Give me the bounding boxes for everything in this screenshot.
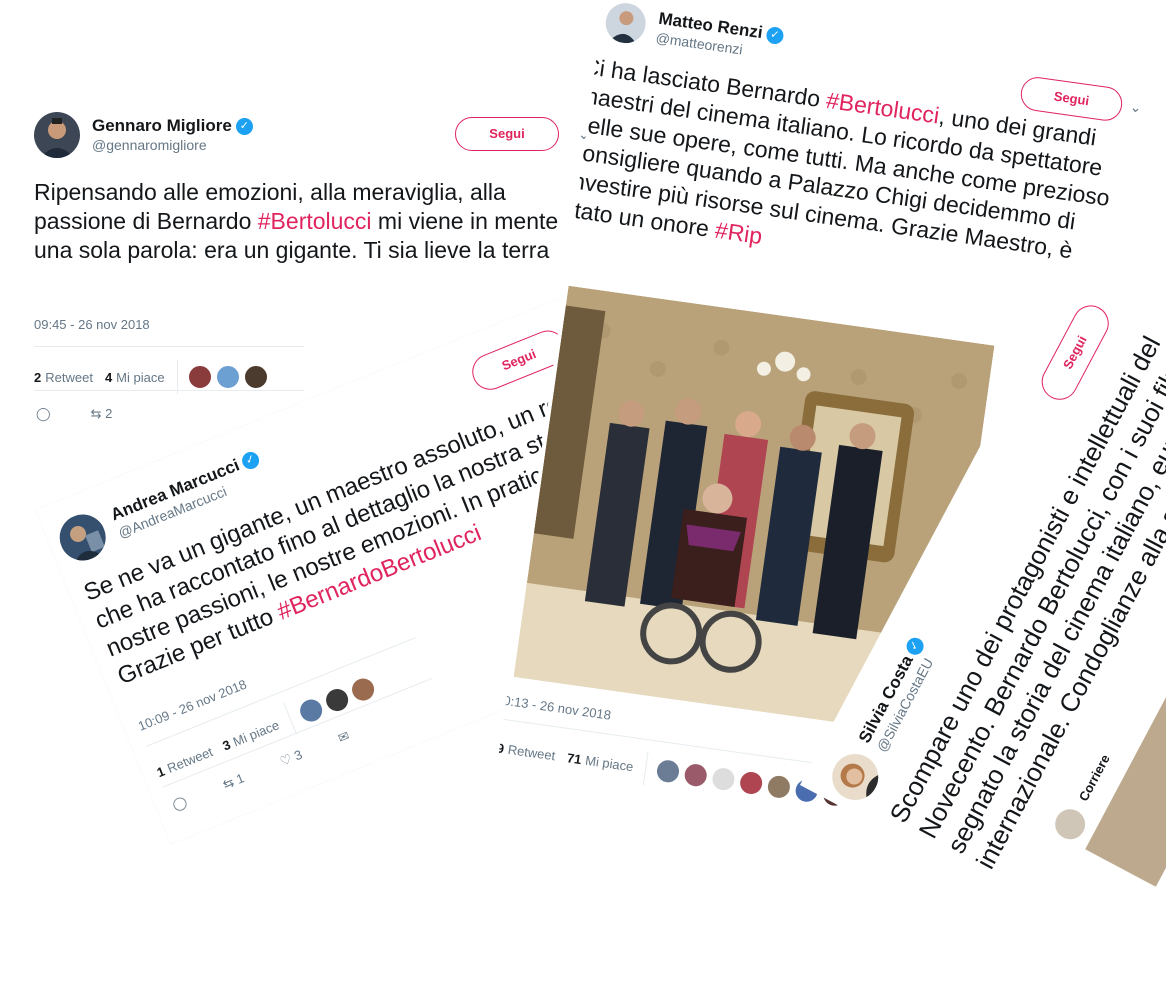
avatar[interactable] [603, 0, 649, 46]
hashtag-link-rip[interactable]: #Rip [714, 216, 764, 248]
likers-avatars[interactable] [187, 365, 272, 389]
chevron-down-icon[interactable]: ⌄ [1129, 98, 1143, 116]
like-count: 3 [220, 736, 233, 754]
follow-button[interactable]: Segui [455, 117, 559, 151]
hashtag-link[interactable]: #Bertolucci [258, 208, 372, 234]
tweet-header: Matteo Renzi ✓ @matteorenzi [603, 0, 785, 65]
author-name[interactable]: Gennaro Migliore [92, 116, 232, 136]
message-icon[interactable]: ✉ [336, 728, 352, 747]
author-name[interactable]: Corriere [1076, 752, 1114, 804]
tweet-timestamp[interactable]: 10:13 - 26 nov 2018 [495, 692, 612, 723]
like-label[interactable]: Mi piace [584, 752, 634, 774]
avatar[interactable] [824, 745, 887, 809]
avatar[interactable] [1049, 803, 1091, 845]
verified-badge-icon: ✓ [765, 25, 785, 46]
like-label[interactable]: Mi piace [116, 370, 164, 385]
retweet-label[interactable]: Retweet [507, 741, 556, 762]
tweet-header: Gennaro Migliore ✓ @gennaromigliore [34, 112, 253, 158]
divider [34, 346, 304, 347]
retweet-count: 29 [490, 738, 506, 756]
divider [34, 390, 304, 391]
tweet-text: Ripensando alle emozioni, alla meravigli… [34, 179, 559, 263]
retweet-count: 2 [34, 369, 42, 385]
retweet-label[interactable]: Retweet [165, 744, 215, 776]
avatar[interactable] [52, 507, 113, 568]
like-count: 71 [566, 749, 583, 767]
verified-badge-icon: ✓ [235, 118, 253, 136]
retweet-icon[interactable]: ⇆ 2 [91, 406, 113, 422]
reply-icon[interactable]: ◯ [36, 406, 51, 422]
reply-icon[interactable]: ◯ [170, 793, 189, 813]
tweet-stats: 2 Retweet 4 Mi piace [34, 360, 272, 394]
retweet-label[interactable]: Retweet [45, 370, 93, 385]
tweet-actions: ◯ ⇆ 2 [36, 406, 152, 422]
avatar[interactable] [34, 112, 80, 158]
like-count: 4 [104, 369, 113, 385]
retweet-icon[interactable]: ⇆ 1 [221, 770, 247, 793]
retweet-count: 1 [154, 763, 167, 780]
author-handle[interactable]: @gennaromigliore [92, 137, 253, 154]
like-label[interactable]: Mi piace [231, 717, 282, 749]
tweet-timestamp[interactable]: 09:45 - 26 nov 2018 [34, 317, 150, 332]
like-icon[interactable]: ♡ 3 [278, 747, 305, 770]
